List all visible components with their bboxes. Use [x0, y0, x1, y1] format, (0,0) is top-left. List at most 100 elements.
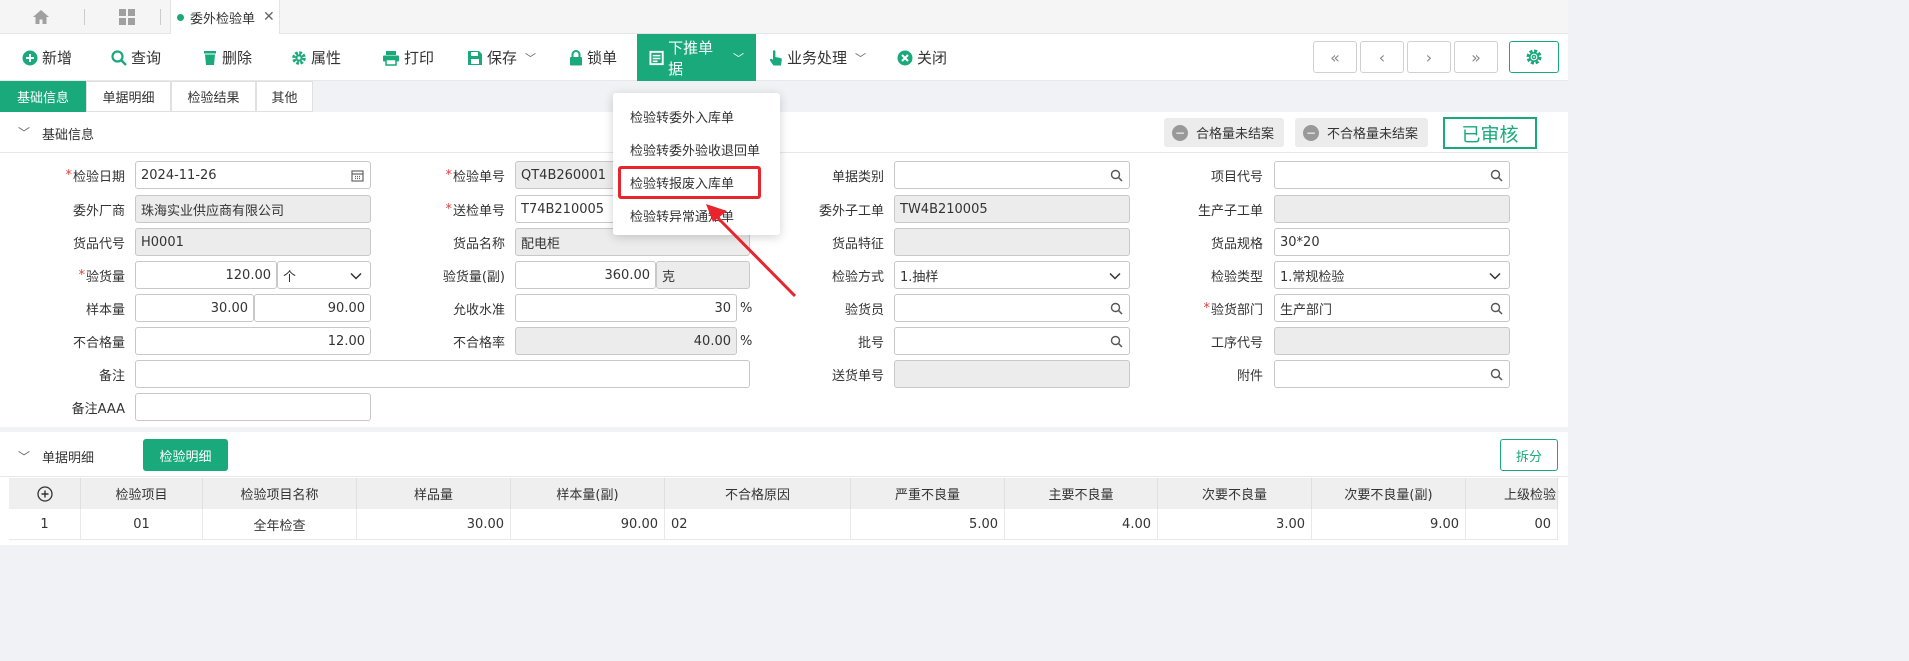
close-circle-icon [897, 50, 913, 65]
sample-qty-field[interactable]: 30.00 [135, 294, 254, 322]
home-icon[interactable] [28, 6, 54, 28]
menu-item-to-outsource-inbound[interactable]: 检验转委外入库单 [613, 101, 780, 131]
column-header[interactable]: 严重不良量 [851, 478, 1005, 509]
process-code-label: 工序代号 [1210, 335, 1263, 351]
column-header[interactable]: 上级检验 [1466, 478, 1558, 509]
cell-reason[interactable]: 02 [665, 509, 851, 540]
goods-code-field[interactable]: H0001 [135, 228, 371, 256]
project-code-field[interactable] [1274, 161, 1510, 189]
process-code-field[interactable] [1274, 327, 1510, 355]
cell-severe[interactable]: 5.00 [851, 509, 1005, 540]
doc-type-field[interactable] [894, 161, 1130, 189]
close-button[interactable]: 关闭 [897, 34, 947, 81]
apps-grid-icon[interactable] [114, 6, 140, 28]
cell-parent[interactable]: 00 [1466, 509, 1558, 540]
print-button[interactable]: 打印 [382, 34, 434, 81]
column-header[interactable]: 次要不良量 [1158, 478, 1312, 509]
column-header[interactable]: 样本量(副) [511, 478, 665, 509]
goods-feature-field[interactable] [894, 228, 1130, 256]
nav-prev-button[interactable]: ‹ [1360, 41, 1404, 73]
attachment-field[interactable] [1274, 360, 1510, 388]
prod-sub-work-field[interactable] [1274, 195, 1510, 223]
lock-button[interactable]: 锁单 [569, 34, 617, 81]
settings-button[interactable] [1509, 41, 1559, 73]
sample-qty2-field[interactable]: 90.00 [254, 294, 371, 322]
column-header[interactable]: 主要不良量 [1005, 478, 1158, 509]
business-process-button[interactable]: 业务处理 ﹀ [769, 34, 866, 81]
column-header[interactable]: 不合格原因 [665, 478, 851, 509]
inspector-label: 验货员 [844, 302, 884, 318]
menu-item-to-outsource-return[interactable]: 检验转委外验收退回单 [613, 134, 780, 164]
print-button-label: 打印 [404, 49, 435, 67]
remark-field[interactable] [135, 360, 750, 388]
defect-rate-field[interactable]: 40.00 [515, 327, 737, 355]
inspector-field[interactable] [894, 294, 1130, 322]
inspect-date-label: * 检验日期 [65, 167, 125, 185]
cell-minor[interactable]: 3.00 [1158, 509, 1312, 540]
save-button-label: 保存 [487, 49, 518, 67]
sub-work-field[interactable]: TW4B210005 [894, 195, 1130, 223]
badge-fail-label: 不合格量未结案 [1327, 127, 1419, 142]
split-button[interactable]: 拆分 [1500, 439, 1558, 471]
nav-first-button[interactable]: « [1313, 41, 1357, 73]
tab-other[interactable]: 其他 [256, 81, 313, 112]
toolbar: 新增 查询 删除 属性 打印 保存 ﹀ 锁单 下推单据 ﹀ 业务处理 ﹀ 关闭 … [0, 34, 1568, 81]
close-tab-icon[interactable]: ✕ [263, 9, 275, 25]
tab-inspection-detail[interactable]: 检验明细 [143, 439, 228, 471]
delivery-no-field[interactable] [894, 360, 1130, 388]
doc-type-label: 单据类别 [831, 169, 884, 185]
inspect-date-field[interactable]: 2024-11-26 [135, 161, 371, 189]
cell-sample2[interactable]: 90.00 [511, 509, 665, 540]
nav-next-button[interactable]: › [1407, 41, 1451, 73]
lock-button-label: 锁单 [587, 49, 618, 67]
inspect-qty2-field[interactable]: 360.00 [515, 261, 656, 289]
add-button[interactable]: 新增 [22, 34, 72, 81]
push-down-button[interactable]: 下推单据 ﹀ [637, 34, 756, 81]
document-icon [649, 50, 664, 65]
cell-item-name[interactable]: 全年检查 [203, 509, 357, 540]
chevron-down-icon [1109, 272, 1121, 280]
chevron-down-icon[interactable]: ﹀ [18, 448, 30, 465]
goods-spec-field[interactable]: 30*20 [1274, 228, 1510, 256]
chevron-down-icon [350, 272, 362, 280]
save-button[interactable]: 保存 ﹀ [467, 34, 536, 81]
remark-aaa-label: 备注AAA [71, 401, 125, 417]
cell-sample[interactable]: 30.00 [357, 509, 511, 540]
defect-qty-field[interactable]: 12.00 [135, 327, 371, 355]
tab-document-detail[interactable]: 单据明细 [86, 81, 171, 112]
properties-button[interactable]: 属性 [291, 34, 341, 81]
inspect-method-select[interactable]: 1.抽样 [894, 261, 1130, 289]
query-button[interactable]: 查询 [111, 34, 161, 81]
inspect-qty-unit-select[interactable]: 个 [277, 261, 371, 289]
remark-aaa-field[interactable] [135, 393, 371, 421]
audited-stamp: 已审核 [1443, 117, 1537, 149]
column-header[interactable]: 次要不良量(副) [1312, 478, 1466, 509]
batch-no-field[interactable] [894, 327, 1130, 355]
nav-last-button[interactable]: » [1454, 41, 1498, 73]
vendor-field[interactable]: 珠海实业供应商有限公司 [135, 195, 371, 223]
inspect-dept-field[interactable]: 生产部门 [1274, 294, 1510, 322]
inspect-qty-field[interactable]: 120.00 [135, 261, 277, 289]
cell-item[interactable]: 01 [81, 509, 203, 540]
column-header[interactable]: 样品量 [357, 478, 511, 509]
add-row-button[interactable] [9, 478, 81, 509]
tab-inspection-result[interactable]: 检验结果 [171, 81, 256, 112]
tab-outsource-inspection[interactable]: 委外检验单 ✕ [170, 0, 280, 34]
chevron-down-icon[interactable]: ﹀ [18, 124, 30, 141]
menu-item-to-exception-notice[interactable]: 检验转异常通知单 [613, 200, 780, 230]
cell-minor2[interactable]: 9.00 [1312, 509, 1466, 540]
chevron-down-icon: ﹀ [855, 51, 867, 65]
badge-pass-label: 合格量未结案 [1196, 127, 1275, 142]
column-header[interactable]: 检验项目名称 [203, 478, 357, 509]
delete-button[interactable]: 删除 [202, 34, 252, 81]
search-icon [111, 49, 127, 66]
tab-basic-info[interactable]: 基础信息 [0, 81, 86, 112]
column-header[interactable]: 检验项目 [81, 478, 203, 509]
inspect-qty2-unit-field[interactable]: 克 [656, 261, 750, 289]
cell-major[interactable]: 4.00 [1005, 509, 1158, 540]
inspect-type-select[interactable]: 1.常规检验 [1274, 261, 1510, 289]
push-down-menu: 检验转委外入库单 检验转委外验收退回单 检验转报废入库单 检验转异常通知单 [613, 93, 780, 235]
accept-level-field[interactable]: 30 [515, 294, 737, 322]
search-icon [1490, 169, 1503, 182]
chevron-down-icon: ﹀ [525, 51, 537, 65]
